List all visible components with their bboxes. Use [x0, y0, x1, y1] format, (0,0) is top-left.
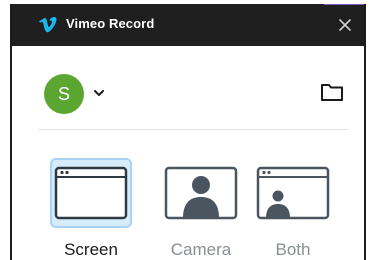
mode-camera-button[interactable] [160, 158, 242, 228]
close-button[interactable] [334, 14, 356, 36]
chevron-down-icon[interactable] [92, 86, 106, 100]
mode-screen-button[interactable] [50, 158, 132, 228]
window-accent-line [324, 4, 364, 5]
screen-and-camera-icon [256, 166, 330, 220]
vimeo-logo-icon [39, 16, 57, 33]
title-bar: Vimeo Record [12, 4, 364, 46]
screen-icon [54, 166, 128, 220]
close-icon [339, 19, 351, 31]
folder-icon[interactable] [320, 82, 344, 102]
header-divider [38, 129, 348, 130]
app-title: Vimeo Record [66, 16, 155, 31]
mode-both-label[interactable]: Both [248, 240, 338, 260]
mode-camera-label[interactable]: Camera [156, 240, 246, 260]
mode-both-button[interactable] [252, 158, 334, 228]
avatar[interactable]: S [44, 74, 84, 114]
vimeo-record-window: Vimeo Record S Screen Camera Both [10, 4, 366, 260]
camera-icon [164, 166, 238, 220]
mode-screen-label[interactable]: Screen [46, 240, 136, 260]
